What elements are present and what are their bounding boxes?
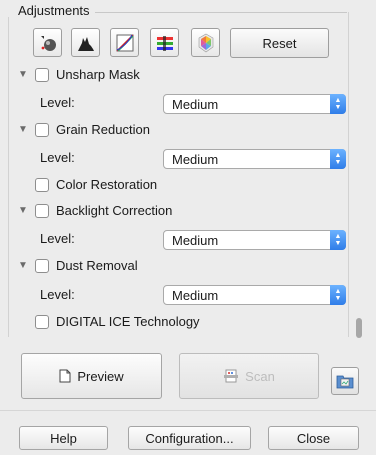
group-border-left [8, 17, 9, 337]
digital-ice-label: DIGITAL ICE Technology [56, 314, 200, 329]
save-location-button[interactable] [331, 367, 359, 395]
digital-ice-checkbox[interactable] [35, 315, 49, 329]
grain-reduction-level-value: Medium [172, 151, 219, 167]
backlight-correction-checkbox[interactable] [35, 204, 49, 218]
unsharp-mask-level-value: Medium [172, 96, 219, 112]
disclosure-triangle-icon[interactable]: ▼ [18, 205, 28, 216]
dust-removal-checkbox[interactable] [35, 259, 49, 273]
chevron-updown-icon: ▲ ▼ [330, 94, 346, 114]
backlight-correction-level-value: Medium [172, 232, 219, 248]
backlight-correction-level-label: Level: [40, 231, 75, 246]
backlight-correction-label: Backlight Correction [56, 203, 173, 218]
help-button[interactable]: Help [19, 426, 108, 450]
unsharp-mask-checkbox[interactable] [35, 68, 49, 82]
preview-label: Preview [77, 368, 124, 384]
image-adjustment-icon [156, 35, 173, 51]
grain-reduction-label: Grain Reduction [56, 122, 150, 137]
dust-removal-label: Dust Removal [56, 258, 138, 273]
auto-exposure-icon [40, 35, 56, 51]
tone-curve-icon [116, 34, 133, 51]
color-palette-button[interactable] [191, 28, 220, 57]
auto-exposure-button[interactable] [33, 28, 62, 57]
unsharp-mask-level-select[interactable]: Medium ▲ ▼ [163, 94, 346, 114]
chevron-updown-icon: ▲ ▼ [330, 230, 346, 250]
disclosure-triangle-icon[interactable]: ▼ [18, 124, 28, 135]
chevron-updown-icon: ▲ ▼ [330, 149, 346, 169]
section-divider [95, 12, 347, 13]
disclosure-triangle-icon[interactable]: ▼ [18, 260, 28, 271]
folder-icon [336, 375, 354, 389]
chevron-updown-icon: ▲ ▼ [330, 285, 346, 305]
dust-removal-level-label: Level: [40, 287, 75, 302]
dust-removal-level-value: Medium [172, 287, 219, 303]
histogram-button[interactable] [71, 28, 100, 57]
group-border-right [348, 12, 349, 337]
section-title-adjustments: Adjustments [18, 3, 90, 18]
grain-reduction-checkbox[interactable] [35, 123, 49, 137]
close-button[interactable]: Close [268, 426, 359, 450]
footer-divider [0, 410, 376, 411]
color-restoration-checkbox[interactable] [35, 178, 49, 192]
scan-label: Scan [245, 368, 275, 384]
scan-button[interactable]: Scan [179, 353, 319, 399]
reset-button[interactable]: Reset [230, 28, 329, 58]
image-adjustment-button[interactable] [150, 28, 179, 57]
unsharp-mask-label: Unsharp Mask [56, 67, 140, 82]
dust-removal-level-select[interactable]: Medium ▲ ▼ [163, 285, 346, 305]
tone-curve-button[interactable] [110, 28, 139, 57]
document-icon [59, 369, 71, 383]
scan-icon [224, 369, 239, 383]
preview-button[interactable]: Preview [21, 353, 162, 399]
grain-reduction-level-select[interactable]: Medium ▲ ▼ [163, 149, 346, 169]
backlight-correction-level-select[interactable]: Medium ▲ ▼ [163, 230, 346, 250]
unsharp-mask-level-label: Level: [40, 95, 75, 110]
configuration-button[interactable]: Configuration... [128, 426, 251, 450]
scrollbar-thumb[interactable] [356, 318, 362, 338]
color-restoration-label: Color Restoration [56, 177, 158, 192]
disclosure-triangle-icon[interactable]: ▼ [18, 69, 28, 80]
grain-reduction-level-label: Level: [40, 150, 75, 165]
histogram-icon [77, 36, 94, 51]
color-palette-icon [198, 33, 213, 52]
